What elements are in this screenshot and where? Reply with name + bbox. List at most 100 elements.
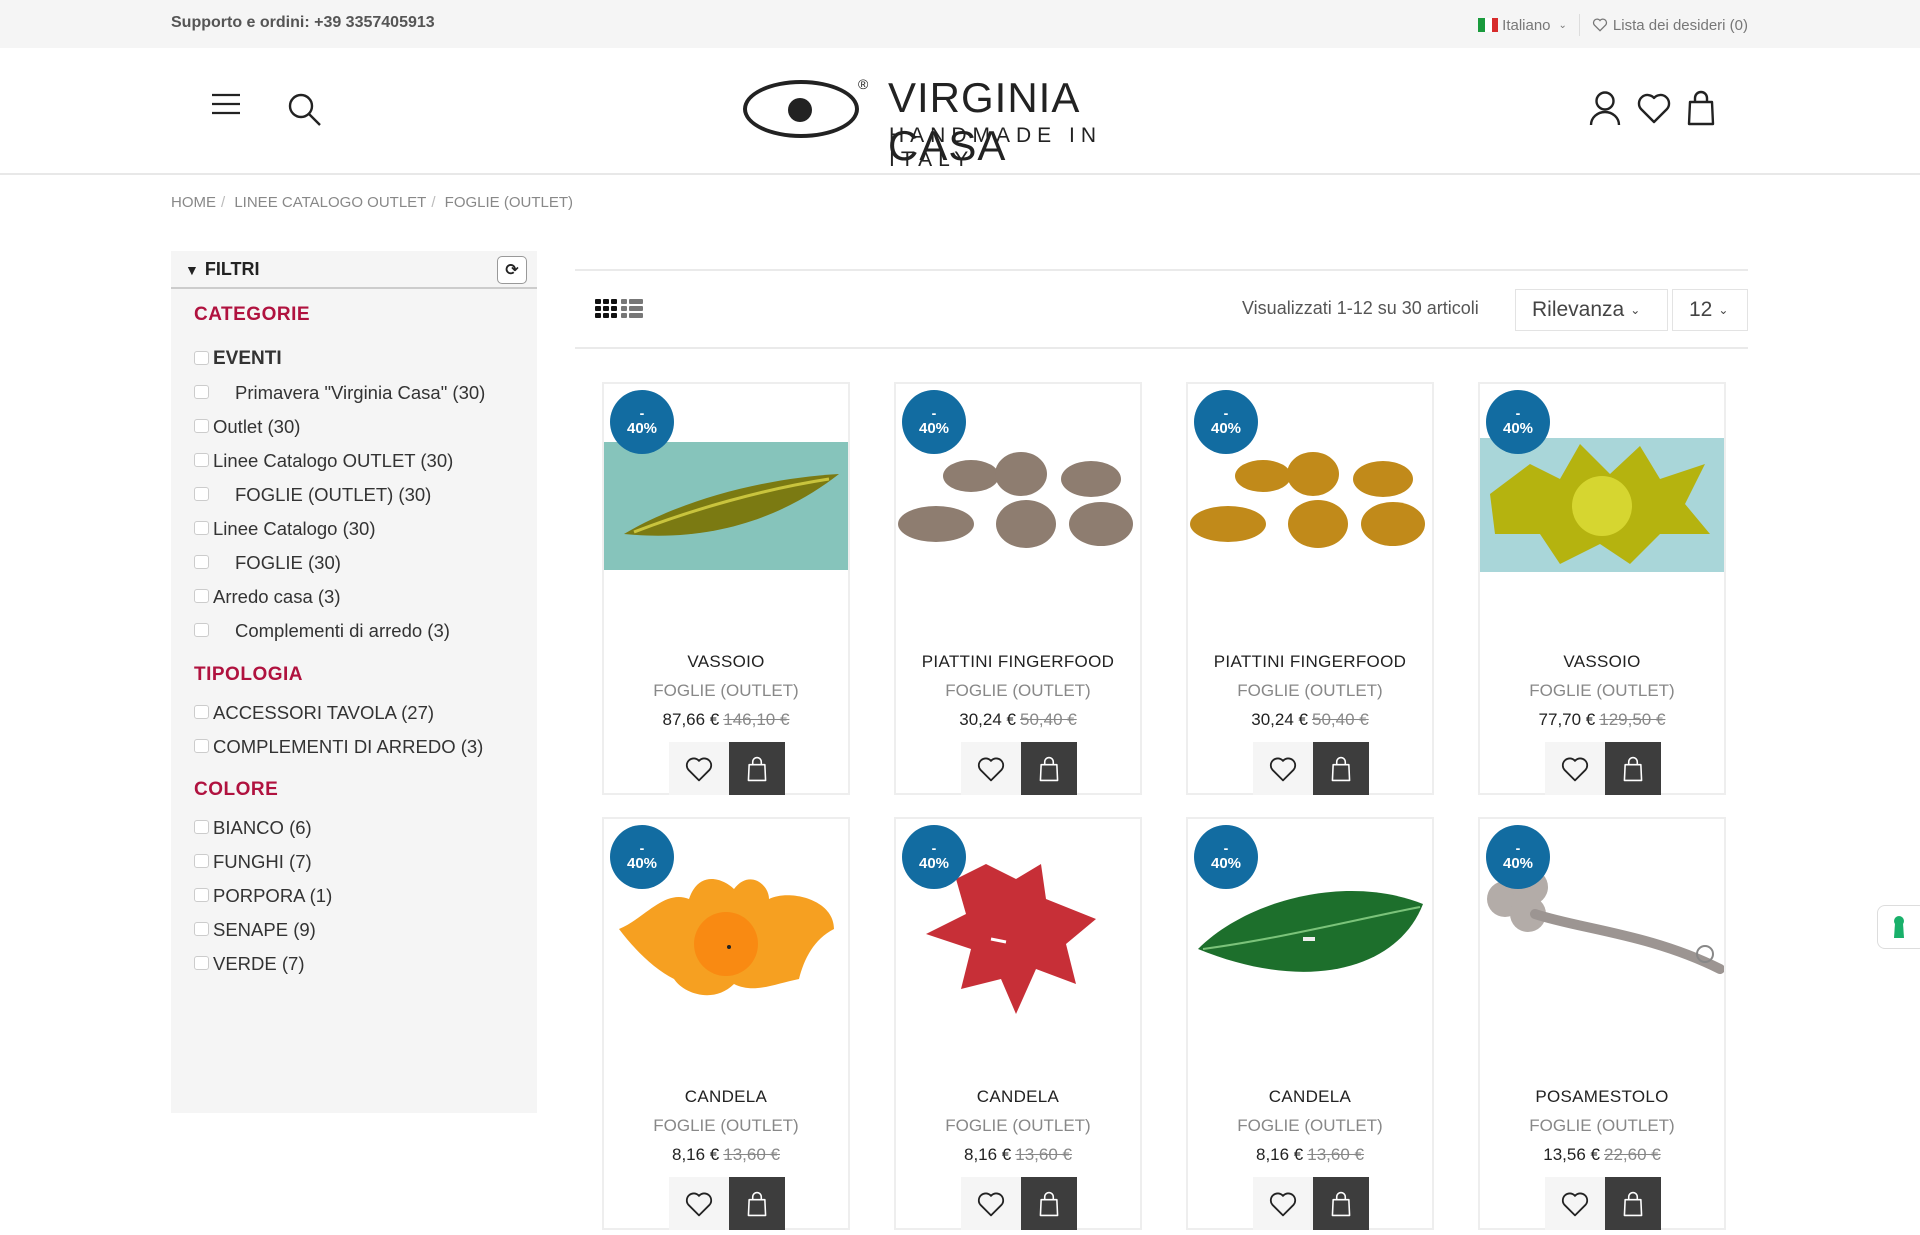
product-name[interactable]: POSAMESTOLO [1480,1087,1724,1107]
filter-option[interactable]: FOGLIE (OUTLET) (30) [194,478,514,512]
add-to-cart-button[interactable] [1313,742,1369,795]
heart-icon [1269,757,1297,781]
filter-option[interactable]: Primavera "Virginia Casa" (30) [194,376,514,410]
add-to-wishlist-button[interactable] [1253,1177,1313,1230]
filter-checkbox[interactable] [194,487,209,501]
product-card[interactable]: -40% CANDELA FOGLIE (OUTLET) 8,16 €13,60… [1186,817,1434,1230]
heart-icon[interactable] [1637,92,1671,129]
filter-checkbox[interactable] [194,888,209,902]
add-to-cart-button[interactable] [729,742,785,795]
product-category: FOGLIE (OUTLET) [945,681,1091,700]
filter-option-label: PORPORA (1) [213,885,333,906]
filter-option[interactable]: Linee Catalogo (30) [194,512,514,546]
filter-option-label: Arredo casa (3) [213,586,341,607]
filter-checkbox[interactable] [194,419,209,433]
add-to-cart-button[interactable] [1021,742,1077,795]
product-name[interactable]: CANDELA [896,1087,1140,1107]
accessibility-widget[interactable] [1877,905,1920,949]
add-to-cart-button[interactable] [1021,1177,1077,1230]
filter-option[interactable]: Arredo casa (3) [194,580,514,614]
add-to-wishlist-button[interactable] [1545,742,1605,795]
filter-option-label: FOGLIE (OUTLET) (30) [235,484,432,505]
discount-badge: -40% [1194,825,1258,889]
add-to-wishlist-button[interactable] [669,1177,729,1230]
product-name[interactable]: CANDELA [1188,1087,1432,1107]
product-card[interactable]: -40% VASSOIO FOGLIE (OUTLET) 77,70 €129,… [1478,382,1726,795]
add-to-wishlist-button[interactable] [961,742,1021,795]
italy-flag-icon [1478,18,1499,32]
grid-view-icon[interactable] [595,298,617,318]
filter-option[interactable]: COMPLEMENTI DI ARREDO (3) [194,730,514,764]
add-to-wishlist-button[interactable] [669,742,729,795]
shopping-bag-icon [1331,756,1351,781]
product-card[interactable]: -40% CANDELA FOGLIE (OUTLET) 8,16 €13,60… [894,817,1142,1230]
filter-checkbox[interactable] [194,555,209,569]
breadcrumb-home[interactable]: HOME [171,194,216,211]
add-to-cart-button[interactable] [1605,1177,1661,1230]
per-page-select[interactable]: 12 ⌄ [1672,289,1748,331]
breadcrumb-outlet-lines[interactable]: LINEE CATALOGO OUTLET [234,194,426,211]
filter-option-label: FUNGHI (7) [213,851,312,872]
product-name[interactable]: PIATTINI FINGERFOOD [1188,652,1432,672]
menu-icon[interactable] [211,92,241,121]
filter-checkbox[interactable] [194,956,209,970]
filter-option[interactable]: Linee Catalogo OUTLET (30) [194,444,514,478]
filter-checkbox[interactable] [194,521,209,535]
filter-option[interactable]: SENAPE (9) [194,913,514,947]
product-old-price: 13,60 € [723,1145,780,1164]
user-icon[interactable] [1588,90,1622,131]
filter-checkbox[interactable] [194,739,209,753]
wishlist-link[interactable]: Lista dei desideri (0) [1592,17,1748,34]
product-card[interactable]: -40% PIATTINI FINGERFOOD FOGLIE (OUTLET)… [1186,382,1434,795]
product-category: FOGLIE (OUTLET) [1237,1116,1383,1135]
heart-icon [1561,757,1589,781]
sort-select[interactable]: Rilevanza ⌄ [1515,289,1668,331]
add-to-wishlist-button[interactable] [1545,1177,1605,1230]
search-icon[interactable] [287,92,323,133]
support-phone[interactable]: Supporto e ordini: +39 3357405913 [171,14,435,32]
filter-section-title: COLORE [194,779,279,800]
filter-option[interactable]: Complementi di arredo (3) [194,614,514,648]
shopping-bag-icon[interactable] [1687,90,1715,131]
product-name[interactable]: PIATTINI FINGERFOOD [896,652,1140,672]
filter-checkbox[interactable] [194,351,209,365]
filter-option[interactable]: EVENTI [194,342,514,376]
language-selector[interactable]: Italiano ⌄ [1478,17,1567,34]
filter-section-tipologia: TIPOLOGIA ACCESSORI TAVOLA (27) COMPLEMENT… [171,664,537,764]
brand-logo[interactable]: ® VIRGINIA CASA HANDMADE IN ITALY [740,74,1190,171]
filter-option[interactable]: FUNGHI (7) [194,845,514,879]
per-page-value: 12 [1689,298,1713,321]
filter-option[interactable]: PORPORA (1) [194,879,514,913]
product-name[interactable]: VASSOIO [1480,652,1724,672]
add-to-wishlist-button[interactable] [1253,742,1313,795]
filter-checkbox[interactable] [194,820,209,834]
add-to-cart-button[interactable] [729,1177,785,1230]
filter-option[interactable]: Outlet (30) [194,410,514,444]
add-to-cart-button[interactable] [1313,1177,1369,1230]
filter-option-label: Linee Catalogo OUTLET (30) [213,450,454,471]
product-card[interactable]: -40% VASSOIO FOGLIE (OUTLET) 87,66 €146,… [602,382,850,795]
filter-checkbox[interactable] [194,453,209,467]
product-name[interactable]: CANDELA [604,1087,848,1107]
filter-checkbox[interactable] [194,854,209,868]
filter-option[interactable]: VERDE (7) [194,947,514,981]
product-card[interactable]: -40% POSAMESTOLO FOGLIE (OUTLET) 13,56 €… [1478,817,1726,1230]
product-card[interactable]: -40% PIATTINI FINGERFOOD FOGLIE (OUTLET)… [894,382,1142,795]
filter-option[interactable]: ACCESSORI TAVOLA (27) [194,696,514,730]
add-to-wishlist-button[interactable] [961,1177,1021,1230]
filter-checkbox[interactable] [194,385,209,399]
filter-checkbox[interactable] [194,705,209,719]
list-view-icon[interactable] [621,298,643,318]
product-price-block: 87,66 €146,10 € [604,710,848,730]
filter-checkbox[interactable] [194,623,209,637]
reset-filters-button[interactable]: ⟳ [497,256,527,284]
filter-checkbox[interactable] [194,589,209,603]
product-price-block: 30,24 €50,40 € [1188,710,1432,730]
filter-option[interactable]: FOGLIE (30) [194,546,514,580]
filter-checkbox[interactable] [194,922,209,936]
filter-option[interactable]: BIANCO (6) [194,811,514,845]
product-card[interactable]: -40% CANDELA FOGLIE (OUTLET) 8,16 €13,60… [602,817,850,1230]
product-name[interactable]: VASSOIO [604,652,848,672]
add-to-cart-button[interactable] [1605,742,1661,795]
product-price-block: 8,16 €13,60 € [604,1145,848,1165]
